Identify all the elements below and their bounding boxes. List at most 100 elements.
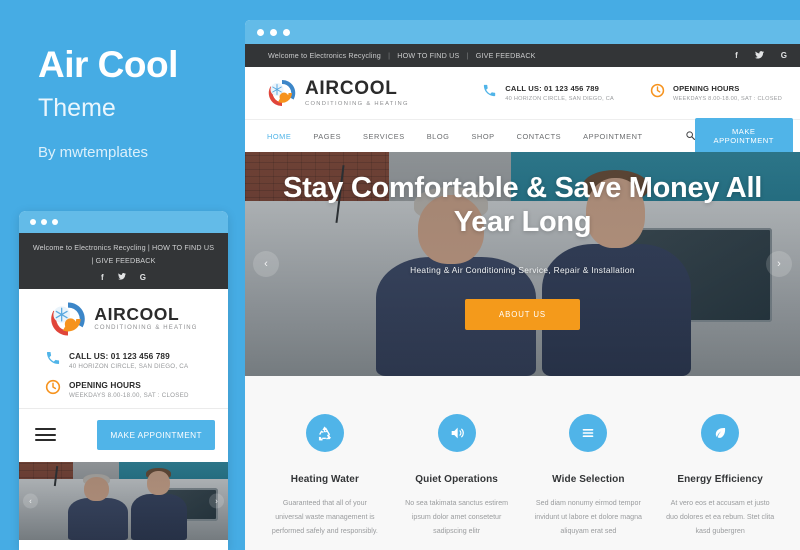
phone-label: CALL US: 01 123 456 789 xyxy=(505,84,599,94)
mobile-topbar-line-2: | GIVE FEEDBACK xyxy=(91,256,156,266)
phone-icon xyxy=(45,350,61,371)
site-logo[interactable]: AIRCOOL CONDITIONING & HEATING xyxy=(267,78,409,108)
nav-item-blog[interactable]: BLOG xyxy=(427,132,450,141)
feature-text: Guaranteed that all of your universal wa… xyxy=(271,499,378,535)
nav-item-home[interactable]: HOME xyxy=(267,132,291,141)
address-text: 40 HORIZON CIRCLE, SAN DIEGO, CA xyxy=(69,362,189,370)
mobile-carousel-prev-arrow-icon[interactable]: ‹ xyxy=(23,493,38,509)
mobile-hours-text: OPENING HOURS WEEKDAYS 8.00-18.00, SAT :… xyxy=(69,380,189,399)
mobile-window-close-dot[interactable] xyxy=(30,219,36,225)
contact-phone[interactable]: CALL US: 01 123 456 789 40 HORIZON CIRCL… xyxy=(482,83,614,103)
feature-card-wide-selection: Wide Selection Sed diam nonumy eirmod te… xyxy=(523,414,655,550)
hours-label: OPENING HOURS xyxy=(69,379,141,390)
feature-title: Heating Water xyxy=(290,474,359,485)
desktop-browser-mockup: Welcome to Electronics Recycling | HOW T… xyxy=(245,20,800,550)
topbar-social-links: f G xyxy=(735,51,787,61)
about-us-button[interactable]: ABOUT US xyxy=(465,299,580,331)
hours-value: WEEKDAYS 8.00-18.00, SAT : CLOSED xyxy=(69,391,189,399)
mobile-browser-mockup: Welcome to Electronics Recycling | HOW T… xyxy=(19,211,228,550)
nav-item-shop[interactable]: SHOP xyxy=(471,132,494,141)
promo-byline: By mwtemplates xyxy=(38,143,149,161)
google-plus-icon[interactable]: G xyxy=(140,273,146,282)
feature-title: Energy Efficiency xyxy=(677,474,763,485)
hero-subtitle: Heating & Air Conditioning Service, Repa… xyxy=(410,265,635,276)
recycle-icon xyxy=(305,414,344,452)
facebook-icon[interactable]: f xyxy=(101,273,104,282)
facebook-icon[interactable]: f xyxy=(735,51,738,61)
mobile-contact-block: CALL US: 01 123 456 789 40 HORIZON CIRCL… xyxy=(19,347,228,400)
contact-hours: OPENING HOURS WEEKDAYS 8.00-18.00, SAT :… xyxy=(650,83,782,103)
feature-card-heating-water: Heating Water Guaranteed that all of you… xyxy=(259,414,391,550)
carousel-prev-arrow-icon[interactable]: ‹ xyxy=(253,251,279,277)
twitter-icon[interactable] xyxy=(754,50,764,61)
topbar-link-give-feedback[interactable]: GIVE FEEDBACK xyxy=(476,51,536,60)
logo-brand: AIRCOOL xyxy=(305,78,398,100)
topbar-separator-2: | xyxy=(466,51,469,60)
clock-icon xyxy=(45,379,61,400)
volume-icon xyxy=(437,414,476,452)
site-topbar: Welcome to Electronics Recycling | HOW T… xyxy=(245,44,800,67)
mobile-contact-hours: OPENING HOURS WEEKDAYS 8.00-18.00, SAT :… xyxy=(45,379,228,400)
window-minimize-dot[interactable] xyxy=(270,28,277,36)
feature-card-quiet-operations: Quiet Operations No sea takimata sanctus… xyxy=(391,414,523,550)
aircool-badge-icon xyxy=(49,300,87,338)
nav-item-services[interactable]: SERVICES xyxy=(363,132,405,141)
logo-tagline: CONDITIONING & HEATING xyxy=(94,325,198,332)
feature-text: At vero eos et accusam et justo duo dolo… xyxy=(666,499,775,535)
nav-item-contacts[interactable]: CONTACTS xyxy=(517,132,562,141)
mobile-navigation: MAKE APPOINTMENT xyxy=(19,409,228,462)
topbar-separator-1: | xyxy=(388,51,391,60)
address-text: 40 HORIZON CIRCLE, SAN DIEGO, CA xyxy=(505,95,615,102)
mobile-topbar-line-1: Welcome to Electronics Recycling | HOW T… xyxy=(32,243,215,252)
nav-item-appointment[interactable]: APPOINTMENT xyxy=(583,132,642,141)
topbar-welcome: Welcome to Electronics Recycling xyxy=(268,51,381,60)
mobile-contact-phone[interactable]: CALL US: 01 123 456 789 40 HORIZON CIRCL… xyxy=(45,350,228,371)
window-maximize-dot[interactable] xyxy=(283,28,290,36)
feature-title: Quiet Operations xyxy=(415,474,498,485)
feature-title: Wide Selection xyxy=(552,474,625,485)
browser-chrome-bar xyxy=(245,20,800,44)
make-appointment-button[interactable]: MAKE APPOINTMENT xyxy=(694,118,793,154)
window-close-dot[interactable] xyxy=(257,28,264,36)
mobile-site-logo[interactable]: AIRCOOL CONDITIONING & HEATING xyxy=(19,289,228,347)
promo-title: Air Cool xyxy=(38,44,178,85)
site-header: AIRCOOL CONDITIONING & HEATING CALL US: … xyxy=(245,67,800,119)
logo-text: AIRCOOL CONDITIONING & HEATING xyxy=(305,79,409,107)
clock-icon xyxy=(650,83,665,103)
mobile-window-maximize-dot[interactable] xyxy=(52,219,58,225)
promo-subtitle: Theme xyxy=(38,93,116,122)
aircool-badge-icon xyxy=(267,78,297,108)
mobile-phone-text: CALL US: 01 123 456 789 40 HORIZON CIRCL… xyxy=(69,351,188,370)
mobile-chrome-bar xyxy=(19,211,228,233)
leaf-icon xyxy=(701,414,740,452)
hours-label: OPENING HOURS xyxy=(673,84,740,94)
carousel-next-arrow-icon[interactable]: › xyxy=(766,251,792,277)
contact-phone-text: CALL US: 01 123 456 789 40 HORIZON CIRCL… xyxy=(505,84,614,102)
mobile-window-minimize-dot[interactable] xyxy=(41,219,47,225)
nav-item-pages[interactable]: PAGES xyxy=(313,132,341,141)
contact-hours-text: OPENING HOURS WEEKDAYS 8.00-18.00, SAT :… xyxy=(673,84,782,102)
hero-title: Stay Comfortable & Save Money All Year L… xyxy=(283,172,762,239)
google-plus-icon[interactable]: G xyxy=(781,51,787,61)
features-section: Heating Water Guaranteed that all of you… xyxy=(245,376,800,550)
hamburger-menu-icon[interactable] xyxy=(35,428,56,442)
topbar-text: Welcome to Electronics Recycling | HOW T… xyxy=(268,51,536,60)
mobile-topbar: Welcome to Electronics Recycling | HOW T… xyxy=(19,233,228,289)
twitter-icon[interactable] xyxy=(117,272,126,282)
main-navigation: HOME PAGES SERVICES BLOG SHOP CONTACTS A… xyxy=(245,118,800,154)
mobile-carousel-next-arrow-icon[interactable]: › xyxy=(209,493,224,509)
phone-icon xyxy=(482,83,497,103)
hours-value: WEEKDAYS 8.00-18.00, SAT : CLOSED xyxy=(673,95,782,102)
topbar-link-find-us[interactable]: HOW TO FIND US xyxy=(397,51,459,60)
search-icon[interactable] xyxy=(685,127,695,145)
mobile-social-links: f G xyxy=(25,272,222,282)
feature-text: No sea takimata sanctus estirem ipsum do… xyxy=(405,499,509,535)
header-contact-block: CALL US: 01 123 456 789 40 HORIZON CIRCL… xyxy=(482,83,782,103)
phone-label: CALL US: 01 123 456 789 xyxy=(69,350,170,361)
logo-tagline: CONDITIONING & HEATING xyxy=(305,100,409,107)
feature-card-energy-efficiency: Energy Efficiency At vero eos et accusam… xyxy=(654,414,786,550)
mobile-hero-slider: ‹ › xyxy=(19,461,228,540)
nav-items: HOME PAGES SERVICES BLOG SHOP CONTACTS A… xyxy=(267,127,695,145)
mobile-make-appointment-button[interactable]: MAKE APPOINTMENT xyxy=(97,419,215,450)
list-icon xyxy=(569,414,608,452)
